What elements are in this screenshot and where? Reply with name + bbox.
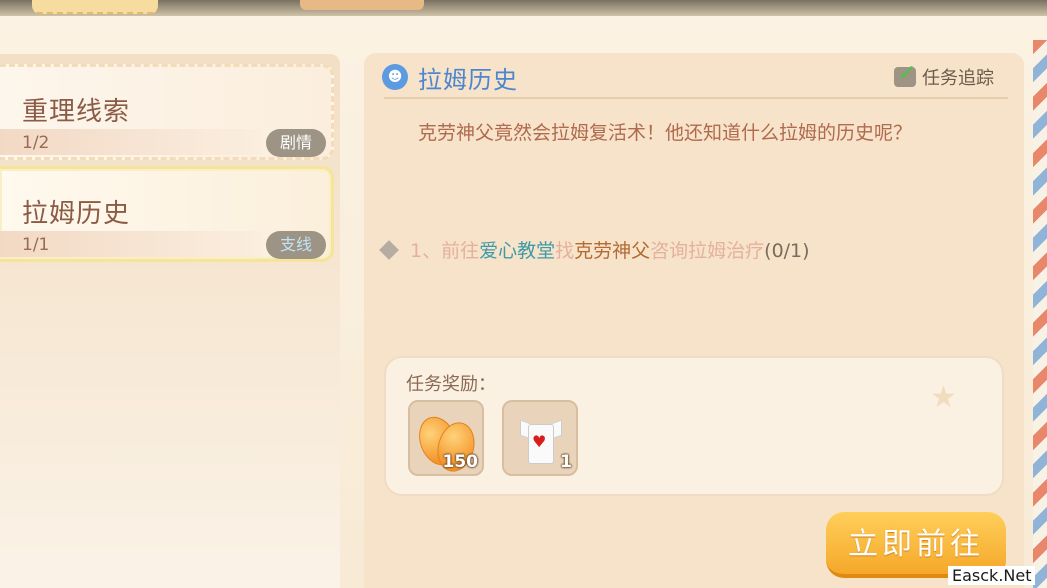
- objective-suffix: 咨询拉姆治疗: [650, 240, 765, 262]
- quest-objective: 1、前往爱心教堂找克劳神父咨询拉姆治疗(0/1): [379, 236, 810, 263]
- quest-item-progress: 1/1: [22, 235, 50, 255]
- quest-type-badge: 剧情: [266, 129, 326, 157]
- quest-item-ram-history[interactable]: 拉姆历史 1/1 支线: [0, 166, 334, 262]
- objective-mid: 找: [555, 240, 575, 262]
- envelope-stripe: [1033, 40, 1047, 588]
- objective-location: 爱心教堂: [479, 240, 556, 262]
- divider: [384, 97, 1008, 99]
- objective-prefix: 1、前往: [410, 240, 480, 262]
- star-decoration-icon: ★: [930, 380, 957, 415]
- check-icon: ✓: [898, 61, 917, 86]
- quest-description: 克劳神父竟然会拉姆复活术！他还知道什么拉姆的历史呢？: [418, 122, 913, 144]
- quest-item-progress: 1/2: [22, 133, 50, 153]
- quest-type-badge: 支线: [266, 231, 326, 259]
- top-bar: [0, 0, 1047, 16]
- track-label: 任务追踪: [922, 68, 994, 89]
- bullet-diamond-icon: [379, 239, 399, 260]
- reward-label: 任务奖励：: [406, 374, 496, 395]
- reward-item-count: 150: [442, 452, 479, 472]
- quest-detail-title: 拉姆历史: [418, 66, 518, 94]
- objective-count: (0/1): [764, 240, 810, 262]
- track-quest-toggle[interactable]: ✓ 任务追踪: [894, 61, 994, 90]
- top-tab[interactable]: [32, 0, 158, 14]
- quest-item-title: 重理线索: [22, 97, 131, 127]
- quest-item-clue[interactable]: 重理线索 1/2 剧情: [0, 64, 334, 160]
- track-checkbox[interactable]: ✓: [894, 61, 916, 87]
- top-tab-secondary[interactable]: [300, 0, 424, 10]
- objective-npc: 克劳神父: [574, 240, 651, 262]
- shirt-icon: ♥: [520, 416, 562, 464]
- quest-category-icon: ☻: [382, 64, 408, 90]
- reward-item-count: 1: [560, 452, 572, 472]
- watermark: Easck.Net: [948, 566, 1036, 585]
- quest-list-panel: 重理线索 1/2 剧情 拉姆历史 1/1 支线: [0, 54, 340, 588]
- reward-item-orange[interactable]: 150: [408, 400, 484, 476]
- quest-item-title: 拉姆历史: [22, 199, 131, 229]
- reward-item-shirt[interactable]: ♥ 1: [502, 400, 578, 476]
